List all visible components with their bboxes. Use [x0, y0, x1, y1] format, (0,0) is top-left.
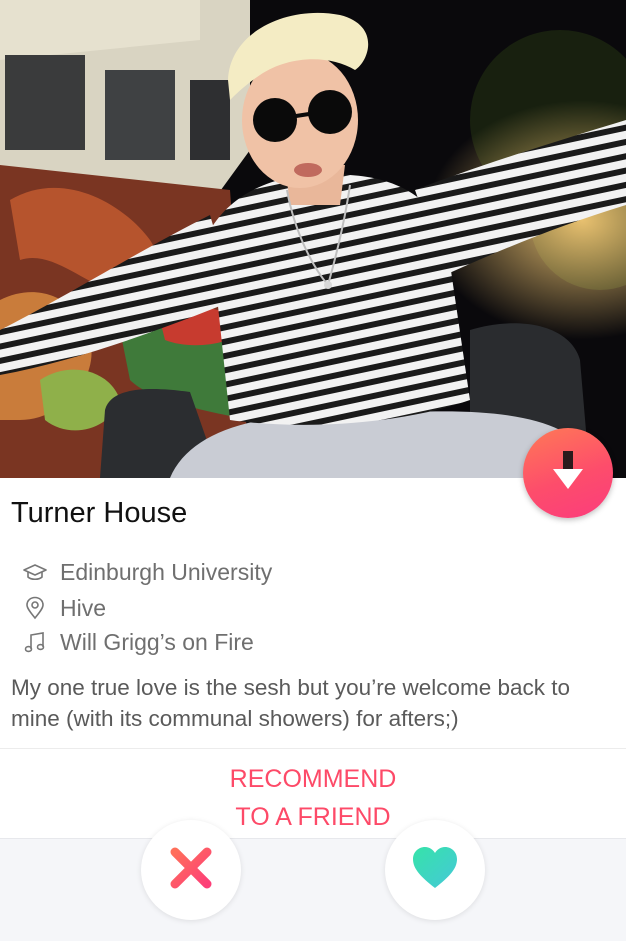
recommend-label-line2: TO A FRIEND — [235, 803, 391, 831]
profile-photo[interactable] — [0, 0, 626, 478]
arrow-down-icon — [551, 450, 585, 496]
graduation-cap-icon — [22, 559, 48, 585]
like-button[interactable] — [385, 820, 485, 920]
heart-icon — [411, 846, 459, 895]
divider — [0, 748, 626, 749]
school-text: Edinburgh University — [60, 558, 273, 585]
recommend-label-line1: RECOMMEND — [229, 765, 397, 793]
anthem-text: Will Grigg’s on Fire — [60, 628, 254, 655]
school-row: Edinburgh University — [22, 557, 272, 587]
x-icon — [169, 846, 213, 895]
music-note-icon — [22, 629, 48, 655]
anthem-row: Will Grigg’s on Fire — [22, 627, 254, 657]
profile-bio: My one true love is the sesh but you’re … — [11, 675, 571, 731]
recommend-to-friend-button[interactable]: RECOMMEND TO A FRIEND — [0, 760, 626, 836]
location-text: Hive — [60, 594, 107, 621]
profile-name: Turner House — [11, 497, 188, 529]
location-pin-icon — [22, 595, 48, 621]
action-bar — [0, 820, 626, 941]
nope-button[interactable] — [141, 820, 241, 920]
location-row: Hive — [22, 593, 106, 623]
collapse-profile-button[interactable] — [523, 428, 613, 518]
